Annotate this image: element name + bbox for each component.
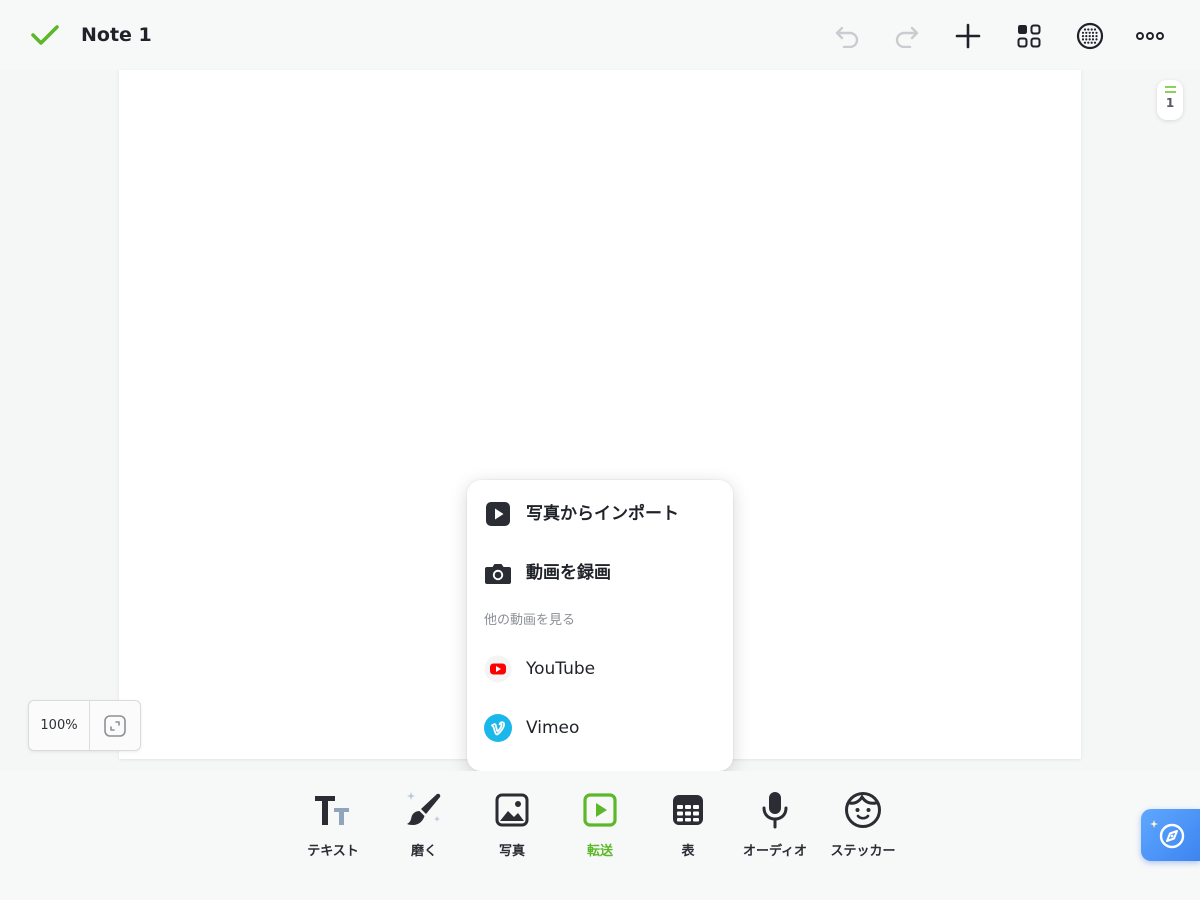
redo-button[interactable] bbox=[889, 18, 925, 54]
grid-icon bbox=[1017, 24, 1041, 48]
undo-icon bbox=[835, 26, 859, 48]
import-from-photos-label: 写真からインポート bbox=[526, 504, 679, 524]
compass-icon bbox=[1150, 820, 1185, 849]
tool-sticker[interactable]: ステッカー bbox=[819, 790, 907, 868]
redo-icon bbox=[895, 26, 919, 48]
microphone-icon bbox=[755, 790, 795, 830]
zoom-widget: 100% bbox=[28, 700, 141, 751]
more-icon bbox=[1136, 32, 1164, 40]
photo-icon bbox=[492, 790, 532, 830]
tool-photo[interactable]: 写真 bbox=[468, 790, 556, 868]
youtube-label: YouTube bbox=[526, 659, 596, 679]
tool-brush-label: 磨く bbox=[410, 844, 437, 859]
vimeo-item[interactable]: Vimeo bbox=[467, 703, 733, 753]
dot-grid-icon bbox=[1076, 22, 1104, 50]
background-button[interactable] bbox=[1072, 18, 1108, 54]
tool-text[interactable]: テキスト bbox=[289, 790, 377, 868]
tool-brush[interactable]: 磨く bbox=[380, 790, 468, 868]
top-bar: Note 1 bbox=[0, 0, 1200, 70]
check-icon[interactable] bbox=[30, 22, 60, 48]
fit-page-icon bbox=[104, 714, 126, 737]
plus-icon bbox=[955, 23, 981, 49]
tool-table[interactable]: 表 bbox=[644, 790, 732, 868]
vimeo-label: Vimeo bbox=[526, 718, 580, 738]
record-video-label: 動画を録画 bbox=[526, 563, 611, 583]
tool-audio-label: オーディオ bbox=[742, 844, 808, 859]
zoom-level[interactable]: 100% bbox=[29, 701, 90, 750]
brush-icon bbox=[404, 790, 444, 830]
video-menu: 写真からインポート 動画を録画 他の動画を見る YouTube Vimeo bbox=[467, 480, 733, 771]
record-video-item[interactable]: 動画を録画 bbox=[467, 548, 733, 598]
youtube-item[interactable]: YouTube bbox=[467, 644, 733, 694]
tool-table-label: 表 bbox=[681, 844, 695, 859]
sticker-icon bbox=[843, 790, 883, 830]
play-square-icon bbox=[484, 500, 512, 528]
assistant-button[interactable] bbox=[1141, 809, 1200, 861]
page-lines-icon bbox=[1164, 86, 1176, 93]
fit-page-button[interactable] bbox=[90, 701, 140, 750]
table-icon bbox=[668, 790, 708, 830]
page-indicator[interactable]: 1 bbox=[1157, 80, 1183, 120]
tool-audio[interactable]: オーディオ bbox=[731, 790, 819, 868]
tool-text-label: テキスト bbox=[307, 844, 359, 859]
text-icon bbox=[313, 790, 353, 830]
page-number: 1 bbox=[1165, 96, 1175, 110]
tool-video[interactable]: 転送 bbox=[556, 790, 644, 868]
add-page-button[interactable] bbox=[950, 18, 986, 54]
more-button[interactable] bbox=[1132, 18, 1168, 54]
camera-icon bbox=[484, 559, 512, 587]
undo-button[interactable] bbox=[829, 18, 865, 54]
import-from-photos-item[interactable]: 写真からインポート bbox=[467, 489, 733, 539]
video-icon bbox=[580, 790, 620, 830]
vimeo-icon bbox=[484, 714, 512, 742]
note-title[interactable]: Note 1 bbox=[81, 21, 152, 49]
other-videos-section-title: 他の動画を見る bbox=[484, 613, 576, 628]
pages-button[interactable] bbox=[1011, 18, 1047, 54]
tool-sticker-label: ステッカー bbox=[830, 844, 896, 859]
youtube-icon bbox=[484, 655, 512, 683]
tool-photo-label: 写真 bbox=[498, 844, 525, 859]
tool-video-label: 転送 bbox=[586, 844, 613, 859]
